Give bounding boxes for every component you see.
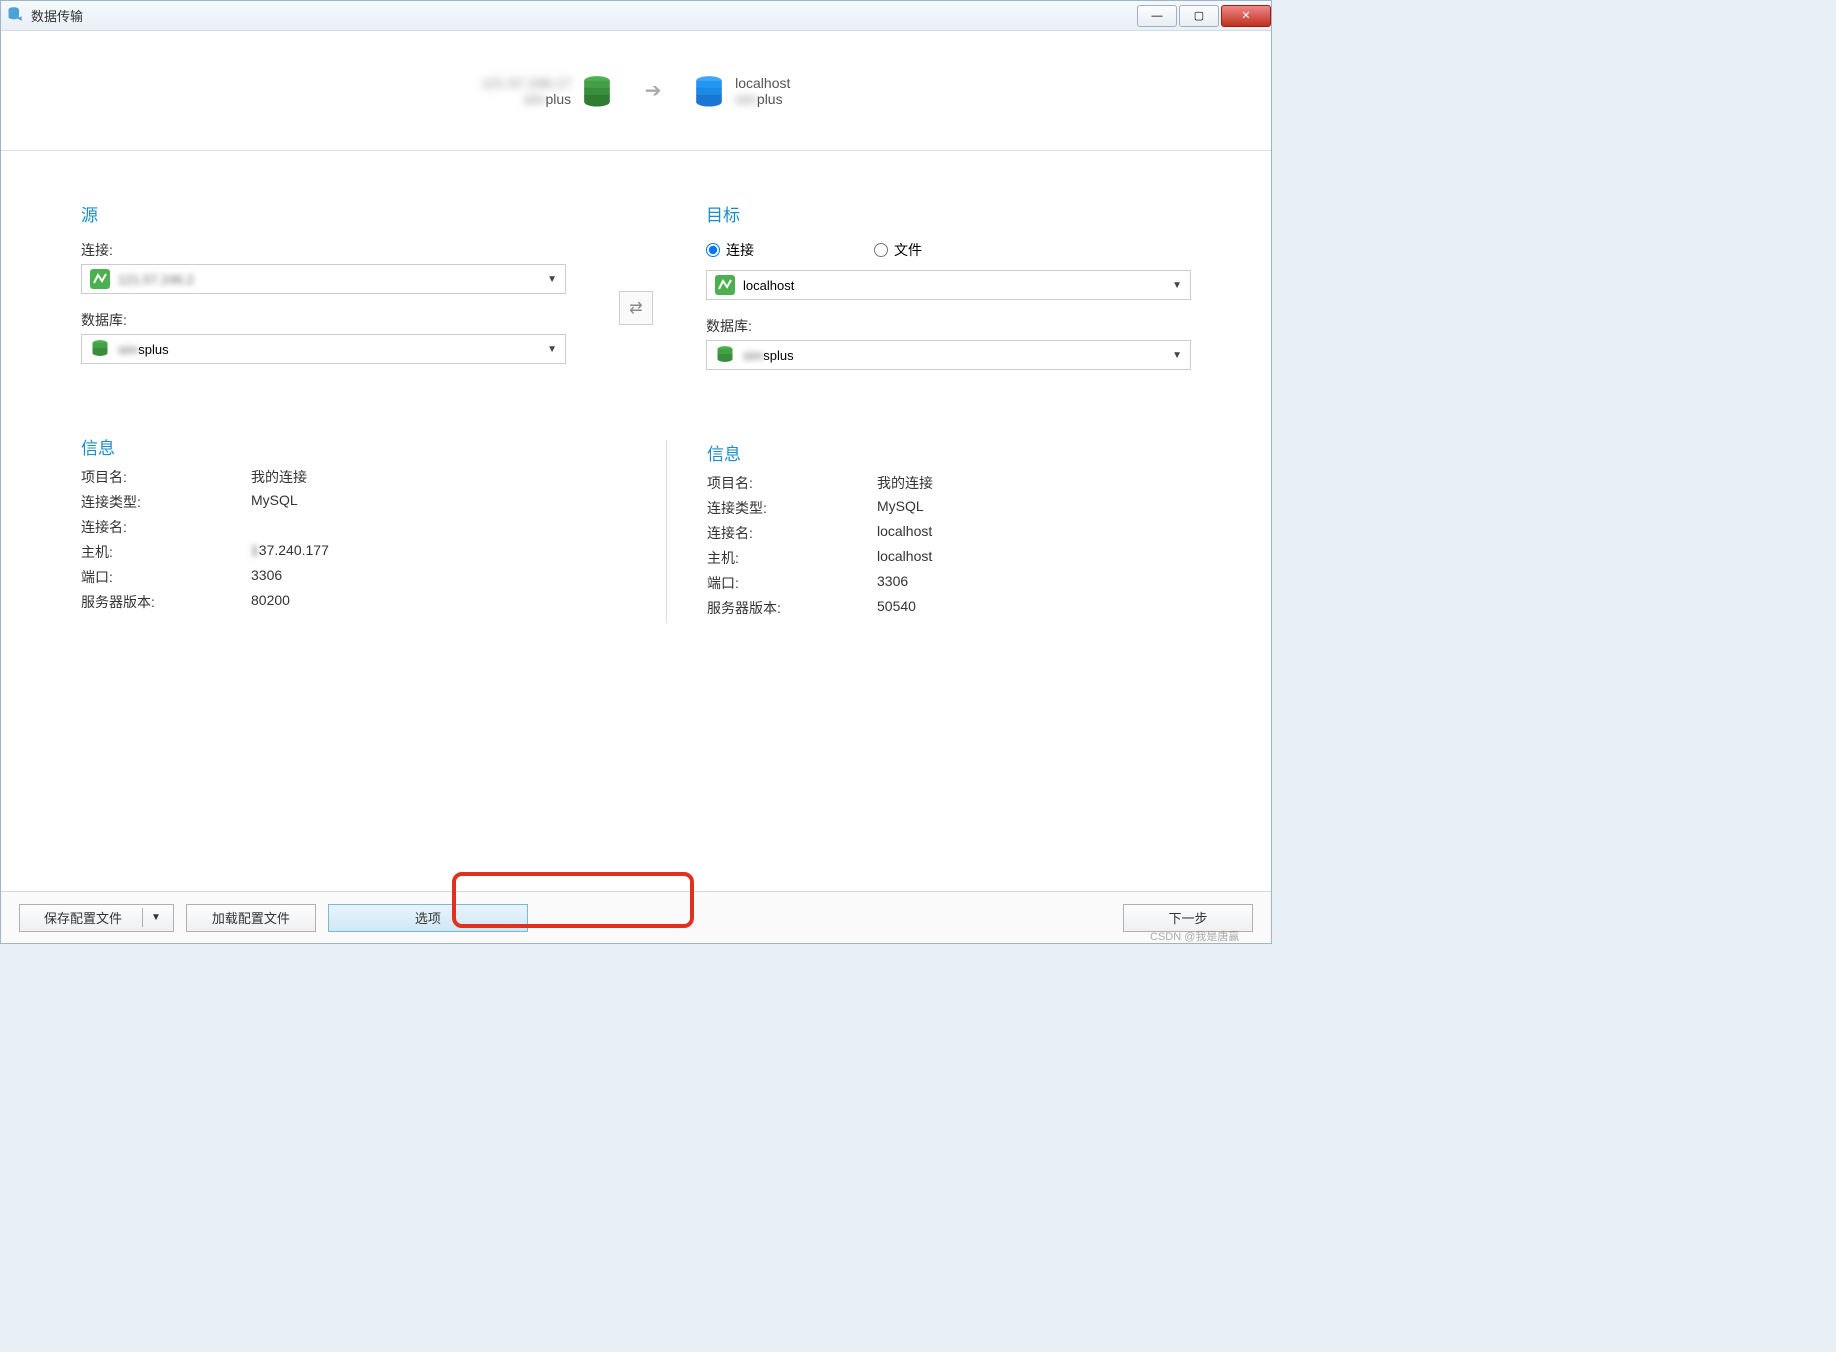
titlebar: 数据传输 — ▢ ✕ (1, 1, 1271, 31)
database-blue-icon (695, 75, 723, 107)
banner-source-text: 121.57.246.17 simplus (482, 75, 572, 107)
info-title: 信息 (81, 434, 566, 459)
source-info: 信息 项目名:我的连接 连接类型:MySQL 连接名: 主机:137.240.1… (81, 434, 566, 617)
target-mode-radios: 连接 文件 (706, 240, 1191, 260)
source-db-value: simsplus (118, 342, 169, 357)
swap-column: ⇄ (606, 201, 666, 871)
save-profile-button[interactable]: 保存配置文件 ▼ (19, 904, 174, 932)
watermark: CSDN @我是唐赢 (1150, 928, 1832, 1351)
database-icon (90, 338, 110, 361)
banner-source: 121.57.246.17 simplus (482, 75, 612, 107)
target-db-value: simsplus (743, 348, 794, 363)
maximize-button[interactable]: ▢ (1179, 5, 1219, 27)
source-conn-value: 121.57.246.2 (118, 272, 194, 287)
chevron-down-icon: ▼ (1172, 350, 1182, 361)
database-icon (715, 344, 735, 367)
radio-connection-input[interactable] (706, 243, 720, 257)
transfer-arrow-icon: ➔ (641, 79, 665, 103)
swap-button[interactable]: ⇄ (619, 291, 653, 325)
banner-target: localhost simplus (695, 75, 790, 107)
source-connection-dropdown[interactable]: 121.57.246.2 ▼ (81, 264, 566, 294)
navicat-icon (90, 269, 110, 289)
radio-file[interactable]: 文件 (874, 240, 922, 260)
target-title: 目标 (706, 201, 1191, 226)
chevron-down-icon: ▼ (547, 344, 557, 355)
target-conn-value: localhost (743, 278, 794, 293)
source-conn-label: 连接: (81, 240, 566, 260)
radio-file-input[interactable] (874, 243, 888, 257)
target-connection-dropdown[interactable]: localhost ▼ (706, 270, 1191, 300)
close-button[interactable]: ✕ (1221, 5, 1271, 27)
banner-target-text: localhost simplus (735, 75, 790, 107)
chevron-down-icon[interactable]: ▼ (142, 908, 169, 927)
highlight-annotation (452, 872, 694, 928)
database-green-icon (583, 75, 611, 107)
window-controls: — ▢ ✕ (1135, 5, 1271, 27)
content-area: 源 连接: 121.57.246.2 ▼ 数据库: simsplus ▼ 信息 … (1, 151, 1271, 891)
window-title: 数据传输 (31, 6, 83, 25)
target-db-label: 数据库: (706, 316, 1191, 336)
app-icon (7, 5, 25, 26)
target-info: 信息 项目名:我的连接 连接类型:MySQL 连接名:localhost 主机:… (666, 440, 1191, 623)
chevron-down-icon: ▼ (1172, 280, 1182, 291)
source-db-label: 数据库: (81, 310, 566, 330)
target-column: 目标 连接 文件 localhost ▼ 数据库: (666, 201, 1191, 871)
info-title: 信息 (707, 440, 1191, 465)
source-column: 源 连接: 121.57.246.2 ▼ 数据库: simsplus ▼ 信息 … (81, 201, 606, 871)
source-database-dropdown[interactable]: simsplus ▼ (81, 334, 566, 364)
chevron-down-icon: ▼ (547, 274, 557, 285)
load-profile-button[interactable]: 加载配置文件 (186, 904, 316, 932)
target-database-dropdown[interactable]: simsplus ▼ (706, 340, 1191, 370)
source-title: 源 (81, 201, 566, 226)
minimize-button[interactable]: — (1137, 5, 1177, 27)
transfer-banner: 121.57.246.17 simplus ➔ localhost simplu… (1, 31, 1271, 151)
radio-connection[interactable]: 连接 (706, 240, 754, 260)
navicat-icon (715, 275, 735, 295)
data-transfer-window: 数据传输 — ▢ ✕ 121.57.246.17 simplus ➔ local… (0, 0, 1272, 944)
